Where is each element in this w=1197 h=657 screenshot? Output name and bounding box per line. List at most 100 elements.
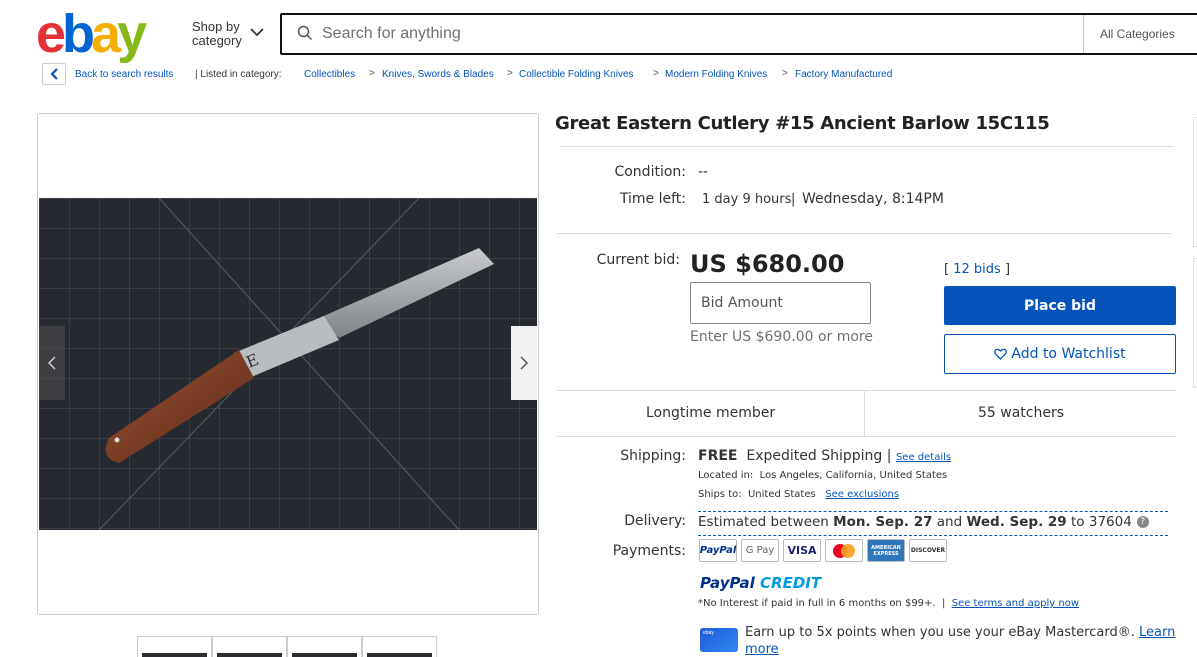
seller-status: Longtime member [646, 405, 776, 421]
divider [556, 233, 1172, 234]
prev-image-button[interactable] [39, 326, 65, 400]
logo-letter-y: y [117, 4, 147, 64]
divider [556, 390, 1176, 391]
learn-more-line2: more [745, 642, 779, 657]
add-to-watchlist-button[interactable]: Add to Watchlist [944, 334, 1176, 374]
breadcrumb-knives-swords[interactable]: Knives, Swords & Blades [382, 69, 494, 80]
time-left-label: Time left: [619, 191, 686, 207]
category-select[interactable]: All Categories [1100, 27, 1175, 41]
see-terms-link[interactable]: See terms and apply now [952, 598, 1079, 609]
logo-letter-b: b [62, 4, 95, 64]
next-image-button[interactable] [511, 326, 537, 400]
shipping-method: Expedited Shipping [746, 448, 883, 464]
bid-count-link[interactable]: 12 bids [953, 262, 1001, 277]
breadcrumb-factory-manufactured[interactable]: Factory Manufactured [795, 69, 892, 80]
condition-value: -- [698, 164, 709, 180]
amex-icon: AMERICAN EXPRESS [867, 539, 905, 562]
delivery-estimate: Estimated between Mon. Sep. 27 and Wed. … [698, 514, 1149, 530]
item-title: Great Eastern Cutlery #15 Ancient Barlow… [555, 113, 1050, 134]
delivery-prefix: Estimated between [698, 514, 829, 530]
see-exclusions-link[interactable]: See exclusions [825, 489, 899, 500]
paypal-credit-logo: PayPal CREDIT [700, 574, 821, 592]
located-value: Los Angeles, California, United States [759, 470, 948, 481]
delivery-label: Delivery: [624, 513, 686, 529]
chevron-left-icon [50, 68, 58, 80]
knife-photo-graphic: E [39, 198, 537, 530]
payments-label: Payments: [612, 543, 686, 559]
side-panel-edge [1193, 258, 1197, 388]
see-details-link[interactable]: See details [896, 452, 951, 463]
visa-icon: VISA [783, 539, 821, 562]
listed-in-label: | Listed in category: [195, 69, 282, 80]
search-divider [1083, 15, 1084, 53]
breadcrumb-modern-folding[interactable]: Modern Folding Knives [665, 69, 767, 80]
divider [556, 436, 1176, 437]
google-pay-icon: G Pay [741, 539, 779, 562]
divider [864, 390, 865, 436]
chevron-left-icon [47, 356, 56, 370]
mastercard-logo [833, 543, 855, 558]
chevron-down-icon[interactable] [250, 27, 264, 37]
bid-bracket: ] [1004, 262, 1011, 277]
breadcrumb-separator: > [507, 68, 513, 79]
logo-letter-e: e [36, 4, 66, 64]
discover-icon: DISCOVER [909, 539, 947, 562]
chevron-right-icon [520, 356, 529, 370]
current-bid-price: US $680.00 [690, 250, 845, 278]
thumbnail[interactable] [287, 636, 362, 657]
learn-more-link[interactable]: Learn [1139, 625, 1175, 640]
shop-by-line1: Shop by [192, 19, 240, 34]
mastercard-promo: Earn up to 5x points when you use your e… [745, 625, 1175, 640]
search-input[interactable] [322, 22, 1022, 46]
breadcrumb-separator: > [782, 68, 788, 79]
credit-note-text: *No Interest if paid in full in 6 months… [698, 598, 936, 609]
shipping-free: FREE [698, 448, 738, 464]
delivery-and: and [936, 514, 963, 530]
thumbnail[interactable] [362, 636, 437, 657]
heart-icon [994, 348, 1008, 360]
back-button[interactable] [42, 63, 66, 85]
side-panel-edge [1193, 117, 1197, 247]
card-tag: ebay [703, 630, 714, 636]
time-separator: | [791, 192, 796, 207]
paypal-credit-word: CREDIT [760, 574, 822, 592]
shipping-line: FREE Expedited Shipping | See details [698, 448, 951, 464]
paypal-credit-brand: PayPal [700, 574, 755, 592]
ships-label: Ships to: [698, 489, 742, 500]
shop-by-category[interactable]: Shop by category [192, 20, 242, 48]
mastercard-icon [825, 539, 863, 562]
breadcrumb-collectible-folding[interactable]: Collectible Folding Knives [519, 69, 634, 80]
divider [560, 146, 1174, 147]
credit-note: *No Interest if paid in full in 6 months… [698, 598, 1079, 609]
item-photo[interactable]: E [39, 198, 537, 530]
breadcrumb-collectibles[interactable]: Collectibles [304, 69, 355, 80]
ebay-logo[interactable]: ebay [36, 7, 147, 61]
mastercard-promo-text: Earn up to 5x points when you use your e… [745, 625, 1135, 640]
condition-label: Condition: [614, 164, 686, 180]
thumbnail[interactable] [137, 636, 212, 657]
watchlist-label: Add to Watchlist [1011, 346, 1126, 362]
current-bid-label: Current bid: [596, 252, 680, 268]
back-to-search-link[interactable]: Back to search results [75, 69, 173, 80]
bid-amount-input[interactable] [690, 282, 871, 324]
located-in: Located in: Los Angeles, California, Uni… [698, 470, 947, 481]
breadcrumb-separator: > [653, 68, 659, 79]
located-label: Located in: [698, 470, 754, 481]
learn-more-link[interactable]: more [745, 642, 779, 657]
credit-separator: | [941, 598, 946, 609]
shipping-label: Shipping: [620, 448, 686, 464]
bid-count: [ 12 bids ] [944, 262, 1010, 277]
ships-to: Ships to: United States See exclusions [698, 489, 899, 500]
breadcrumb-separator: > [369, 68, 375, 79]
thumbnail[interactable] [212, 636, 287, 657]
time-left-value: 1 day 9 hours [702, 192, 792, 207]
delivery-zip[interactable]: 37604 [1089, 514, 1132, 530]
delivery-to: to [1071, 514, 1085, 530]
end-time: Wednesday, 8:14PM [802, 191, 944, 207]
place-bid-button[interactable]: Place bid [944, 286, 1176, 325]
logo-letter-a: a [91, 4, 121, 64]
bid-hint: Enter US $690.00 or more [690, 329, 873, 345]
help-icon[interactable]: ? [1136, 516, 1149, 528]
ships-value: United States [747, 489, 816, 500]
search-icon [297, 25, 313, 41]
